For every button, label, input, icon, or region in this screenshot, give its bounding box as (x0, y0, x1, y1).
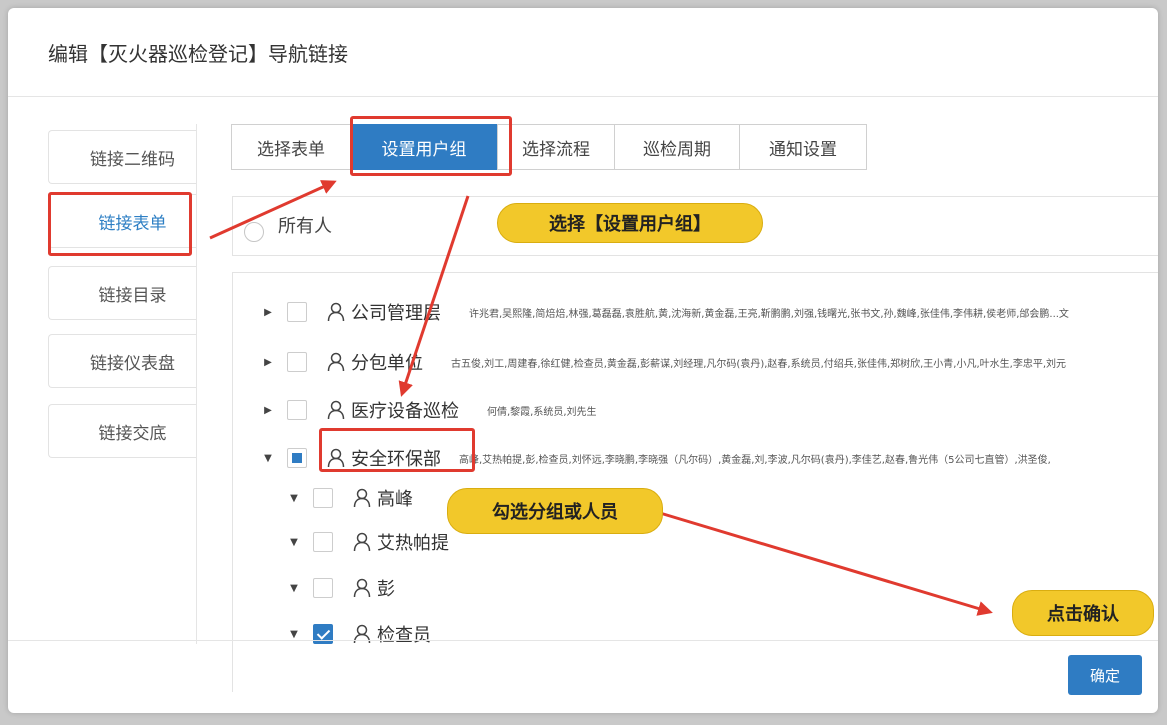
tree-node[interactable]: ▼ 艾热帕提 (289, 527, 449, 557)
node-checkbox[interactable] (287, 352, 307, 372)
sidebar-item-label: 链接交底 (98, 423, 167, 444)
callout-select-tab: 选择【设置用户组】 (497, 203, 763, 243)
tab-label: 选择流程 (522, 139, 590, 160)
tab-set-user-group[interactable]: 设置用户组 (350, 124, 498, 170)
node-members: 何倩,黎霞,系统员,刘先生 (487, 406, 597, 418)
sidebar-item-label: 链接仪表盘 (90, 353, 175, 374)
node-members: 许兆君,吴熙隆,简焙焙,林强,葛磊磊,袁胜航,黄,沈海新,黄金磊,王亮,靳鹏鹏,… (469, 308, 1069, 320)
user-icon (327, 400, 345, 420)
user-icon (353, 488, 371, 508)
node-checkbox[interactable] (313, 624, 333, 644)
tree-node[interactable]: ▼ 安全环保部 高峰,艾热帕提,彭,检查员,刘怀远,李晓鹏,李晓强（凡尔码）,黄… (263, 443, 1051, 473)
dialog-title: 编辑【灭火器巡检登记】导航链接 (48, 42, 348, 66)
collapse-arrow-icon[interactable]: ▼ (289, 629, 299, 640)
tab-bar: 选择表单 设置用户组 选择流程 巡检周期 通知设置 (231, 124, 867, 172)
confirm-button[interactable]: 确定 (1068, 655, 1142, 695)
node-checkbox[interactable] (313, 578, 333, 598)
sidebar-divider (196, 124, 197, 644)
tree-node[interactable]: ▼ 高峰 (289, 483, 413, 513)
tree-node[interactable]: ▶ 公司管理层 许兆君,吴熙隆,简焙焙,林强,葛磊磊,袁胜航,黄,沈海新,黄金磊… (263, 297, 1069, 327)
expand-arrow-icon[interactable]: ▶ (263, 307, 273, 318)
node-name: 分包单位 (351, 353, 423, 374)
node-checkbox[interactable] (313, 532, 333, 552)
expand-arrow-icon[interactable]: ▶ (263, 357, 273, 368)
expand-arrow-icon[interactable]: ▶ (263, 405, 273, 416)
user-icon (327, 352, 345, 372)
tree-node[interactable]: ▶ 医疗设备巡检 何倩,黎霞,系统员,刘先生 (263, 395, 597, 425)
user-icon (353, 532, 371, 552)
tab-label: 通知设置 (769, 139, 837, 160)
tree-node[interactable]: ▶ 分包单位 古五俊,刘工,周建春,徐红健,检查员,黄金磊,彭薪谋,刘经理,凡尔… (263, 347, 1066, 377)
node-name: 公司管理层 (351, 303, 441, 324)
sidebar-item-form[interactable]: 链接表单 (48, 194, 196, 248)
callout-select-members: 勾选分组或人员 (447, 488, 663, 534)
header-divider (8, 96, 1158, 97)
sidebar-item-label: 链接二维码 (90, 149, 175, 170)
node-name: 高峰 (377, 489, 413, 510)
node-name: 检查员 (377, 625, 431, 646)
node-name: 艾热帕提 (377, 533, 449, 554)
user-icon (327, 448, 345, 468)
tab-select-form[interactable]: 选择表单 (231, 124, 351, 170)
callout-confirm: 点击确认 (1012, 590, 1154, 636)
collapse-arrow-icon[interactable]: ▼ (289, 583, 299, 594)
node-name: 彭 (377, 579, 395, 600)
dialog: 编辑【灭火器巡检登记】导航链接 链接二维码 链接表单 链接目录 链接仪表盘 链接… (8, 8, 1158, 713)
user-icon (353, 578, 371, 598)
collapse-arrow-icon[interactable]: ▼ (289, 537, 299, 548)
node-name: 医疗设备巡检 (351, 401, 459, 422)
tab-label: 选择表单 (257, 139, 325, 160)
node-checkbox[interactable] (287, 448, 307, 468)
all-users-radio[interactable] (244, 222, 264, 242)
tab-select-flow[interactable]: 选择流程 (497, 124, 615, 170)
tree-node[interactable]: ▼ 彭 (289, 573, 395, 603)
node-name: 安全环保部 (351, 449, 441, 470)
tab-notification-settings[interactable]: 通知设置 (739, 124, 867, 170)
footer-divider (8, 640, 1158, 641)
collapse-arrow-icon[interactable]: ▼ (263, 453, 273, 464)
node-checkbox[interactable] (313, 488, 333, 508)
sidebar-item-qrcode[interactable]: 链接二维码 (48, 130, 196, 184)
all-users-label: 所有人 (278, 216, 332, 237)
sidebar-item-handover[interactable]: 链接交底 (48, 404, 196, 458)
tab-inspection-cycle[interactable]: 巡检周期 (614, 124, 740, 170)
user-icon (353, 624, 371, 644)
tree-node[interactable]: ▼ 检查员 (289, 619, 431, 649)
sidebar-item-dashboard[interactable]: 链接仪表盘 (48, 334, 196, 388)
collapse-arrow-icon[interactable]: ▼ (289, 493, 299, 504)
user-icon (327, 302, 345, 322)
sidebar-item-label: 链接表单 (98, 213, 167, 234)
tab-label: 巡检周期 (643, 139, 711, 160)
node-checkbox[interactable] (287, 400, 307, 420)
node-members: 古五俊,刘工,周建春,徐红健,检查员,黄金磊,彭薪谋,刘经理,凡尔码(袁丹),赵… (451, 358, 1067, 370)
sidebar-item-catalog[interactable]: 链接目录 (48, 266, 196, 320)
sidebar-item-label: 链接目录 (98, 285, 167, 306)
tab-label: 设置用户组 (381, 139, 467, 160)
node-members: 高峰,艾热帕提,彭,检查员,刘怀远,李晓鹏,李晓强（凡尔码）,黄金磊,刘,李波,… (459, 454, 1051, 466)
node-checkbox[interactable] (287, 302, 307, 322)
